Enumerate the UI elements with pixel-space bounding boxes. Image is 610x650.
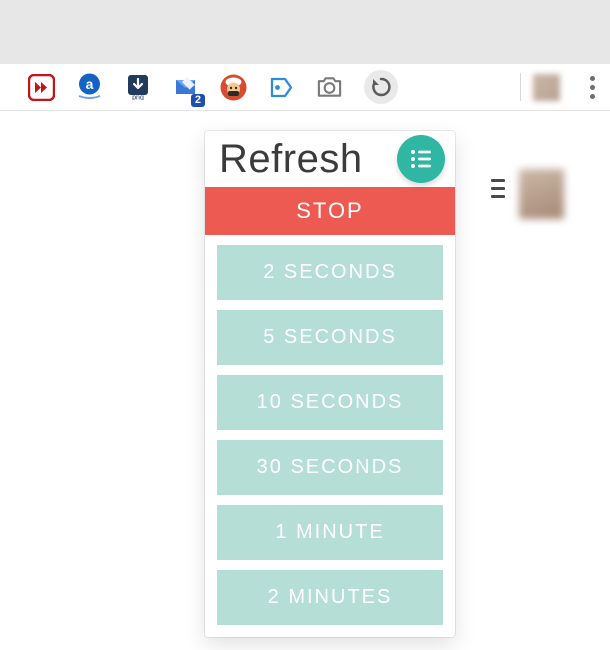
toolbar-divider (520, 73, 521, 101)
camera-icon[interactable] (316, 74, 343, 101)
chef-avatar-icon[interactable] (220, 74, 247, 101)
inbox-badge: 2 (191, 94, 205, 107)
browser-menu-button[interactable] (580, 73, 604, 101)
tag-icon[interactable] (268, 74, 295, 101)
popup-header: Refresh (205, 131, 455, 187)
inbox-icon[interactable]: 2 (172, 74, 199, 101)
omnibox-area (0, 0, 610, 64)
stop-button[interactable]: STOP (205, 187, 455, 235)
interval-option[interactable]: 2 SECONDS (217, 245, 443, 300)
fast-forward-icon[interactable] (28, 74, 55, 101)
profile-avatar-toolbar[interactable] (533, 74, 560, 101)
interval-option[interactable]: 10 SECONDS (217, 375, 443, 430)
interval-option[interactable]: 2 MINUTES (217, 570, 443, 625)
png-download-icon[interactable]: png (124, 74, 151, 101)
extensions-row: a png 2 (6, 70, 398, 104)
amazon-icon[interactable]: a (76, 74, 103, 101)
popup-list-button[interactable] (397, 135, 445, 183)
refresh-popup: Refresh STOP 2 SECONDS 5 SECONDS 10 SECO… (205, 131, 455, 637)
interval-options: 2 SECONDS 5 SECONDS 10 SECONDS 30 SECOND… (205, 235, 455, 637)
interval-option[interactable]: 5 SECONDS (217, 310, 443, 365)
popup-title: Refresh (219, 137, 363, 182)
interval-option[interactable]: 30 SECONDS (217, 440, 443, 495)
svg-text:png: png (132, 95, 144, 101)
browser-toolbar: a png 2 (0, 64, 610, 111)
profile-avatar-content[interactable] (519, 169, 564, 219)
page-content: Refresh STOP 2 SECONDS 5 SECONDS 10 SECO… (0, 111, 610, 650)
hamburger-icon[interactable] (491, 179, 505, 198)
interval-option[interactable]: 1 MINUTE (217, 505, 443, 560)
history-refresh-icon[interactable] (364, 70, 398, 104)
svg-text:a: a (86, 76, 94, 92)
